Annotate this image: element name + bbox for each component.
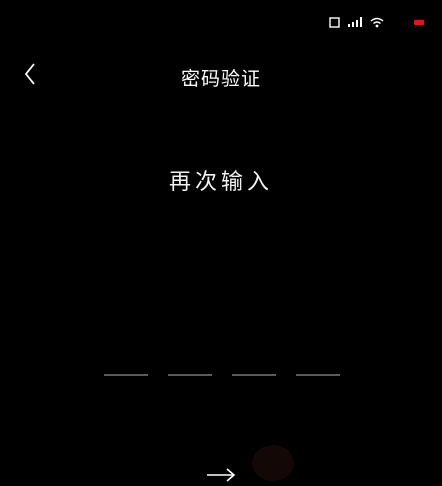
arrow-right-icon	[206, 467, 236, 486]
code-input[interactable]	[104, 360, 340, 376]
next-button[interactable]	[202, 466, 240, 486]
wifi-icon	[370, 17, 384, 28]
prompt-text: 再次输入	[168, 170, 273, 195]
battery-icon	[414, 19, 424, 25]
code-slot-3[interactable]	[232, 360, 276, 376]
code-slot-2[interactable]	[168, 360, 212, 376]
sim-icon	[329, 16, 340, 28]
status-bar	[329, 12, 424, 32]
signal-icon	[348, 17, 362, 27]
watermark	[252, 440, 442, 486]
code-slot-4[interactable]	[296, 360, 340, 376]
page-title: 密码验证	[180, 68, 261, 90]
watermark-logo	[252, 445, 294, 481]
code-slot-1[interactable]	[104, 360, 148, 376]
app-screen: 密码验证 再次输入	[0, 0, 442, 486]
header: 密码验证	[0, 58, 442, 94]
